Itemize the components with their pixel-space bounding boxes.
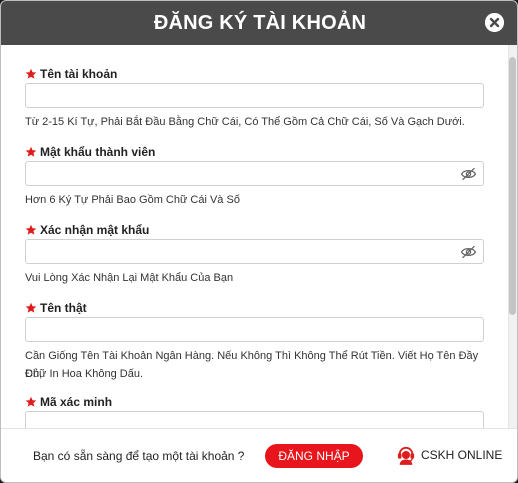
required-star-icon (25, 302, 37, 313)
required-star-icon (25, 224, 37, 235)
confirm-password-label-row: Xác nhận mật khẩu (25, 223, 485, 237)
password-field-group: Mật khẩu thành viên Hơn 6 Ký Tự Phải Bao… (25, 145, 485, 206)
password-label: Mật khẩu thành viên (40, 145, 156, 159)
login-button[interactable]: ĐĂNG NHẬP (265, 444, 363, 468)
support-online-label: CSKH ONLINE (421, 448, 503, 462)
required-star-icon (25, 396, 37, 407)
username-field-group: Tên tài khoản Từ 2-15 Kí Tự, Phải Bắt Đầ… (25, 67, 485, 128)
required-star-icon (25, 68, 37, 79)
required-star-icon (25, 146, 37, 157)
footer-prompt: Bạn có sẵn sàng để tạo một tài khoản ? (33, 449, 245, 463)
confirm-password-input[interactable] (25, 239, 484, 264)
real-name-input[interactable] (25, 317, 484, 342)
username-label: Tên tài khoản (40, 67, 118, 81)
username-hint: Từ 2-15 Kí Tự, Phải Bắt Đầu Bằng Chữ Cái… (25, 116, 465, 128)
eye-off-icon[interactable] (460, 167, 477, 181)
verification-code-field-group: Mã xác minh (25, 395, 485, 428)
confirm-password-field-group: Xác nhận mật khẩu Vui Lòng Xác Nhận Lại … (25, 223, 485, 284)
password-hint: Hơn 6 Ký Tự Phải Bao Gồm Chữ Cái Và Số (25, 194, 240, 206)
real-name-label-row: Tên thật (25, 301, 485, 315)
close-icon (485, 13, 504, 32)
eye-off-icon[interactable] (460, 245, 477, 259)
username-input[interactable] (25, 83, 484, 108)
password-input[interactable] (25, 161, 484, 186)
modal-footer: Bạn có sẵn sàng để tạo một tài khoản ? Đ… (1, 428, 517, 482)
scrollbar-thumb[interactable] (509, 57, 516, 315)
support-online-button[interactable]: CSKH ONLINE (397, 444, 502, 466)
verification-code-input[interactable] (25, 411, 484, 428)
real-name-hint-line2: Chữ In Hoa Không Dấu. (25, 368, 144, 380)
password-label-row: Mật khẩu thành viên (25, 145, 485, 159)
register-modal: ĐĂNG KÝ TÀI KHOẢN Tên tài khoản Từ 2-15 … (0, 0, 518, 483)
confirm-password-label: Xác nhận mật khẩu (40, 223, 150, 237)
verification-code-label: Mã xác minh (40, 395, 113, 409)
real-name-label: Tên thật (40, 301, 87, 315)
close-button[interactable] (485, 13, 504, 32)
real-name-field-group: Tên thật Cần Giống Tên Tài Khoản Ngân Hà… (25, 301, 485, 380)
modal-header: ĐĂNG KÝ TÀI KHOẢN (1, 1, 517, 45)
confirm-password-hint: Vui Lòng Xác Nhận Lại Mật Khẩu Của Bạn (25, 272, 234, 284)
support-agent-icon (397, 446, 415, 465)
username-label-row: Tên tài khoản (25, 67, 485, 81)
modal-title: ĐĂNG KÝ TÀI KHOẢN (153, 11, 367, 34)
form-body: Tên tài khoản Từ 2-15 Kí Tự, Phải Bắt Đầ… (1, 45, 517, 428)
verification-code-label-row: Mã xác minh (25, 395, 485, 409)
